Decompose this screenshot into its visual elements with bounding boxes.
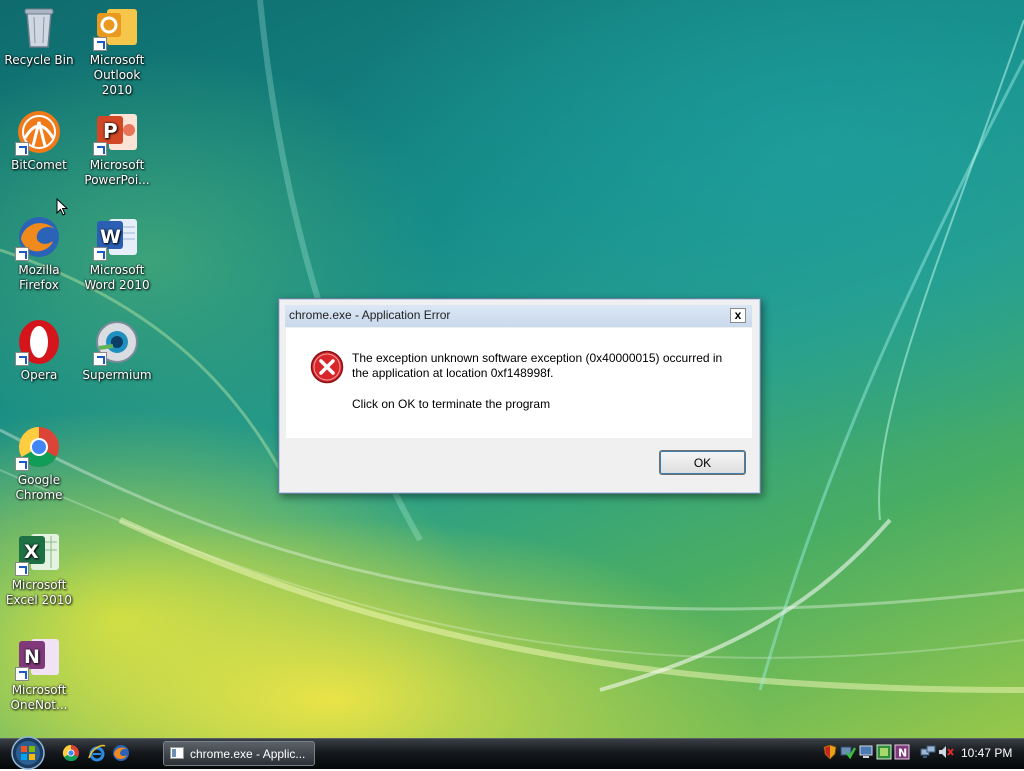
svg-text:N: N xyxy=(898,747,907,760)
svg-text:N: N xyxy=(24,646,40,668)
error-message: The exception unknown software exception… xyxy=(352,351,723,380)
opera-icon xyxy=(15,318,63,366)
error-instruction: Click on OK to terminate the program xyxy=(352,397,551,411)
volume-muted-icon[interactable] xyxy=(938,744,954,760)
desktop-icon-word[interactable]: W Microsoft Word 2010 xyxy=(78,213,156,293)
desktop-icon-supermium[interactable]: Supermium xyxy=(78,318,156,383)
desktop-icon-label: Microsoft OneNot... xyxy=(10,683,68,712)
desktop-icon-opera[interactable]: Opera xyxy=(0,318,78,383)
onenote-icon[interactable]: N xyxy=(894,744,910,760)
desktop-icon-label: BitComet xyxy=(11,158,67,172)
shortcut-arrow-icon xyxy=(15,142,29,156)
green-app-icon[interactable] xyxy=(876,744,892,760)
desktop-icon-onenote[interactable]: N Microsoft OneNot... xyxy=(0,633,78,713)
start-orb-icon[interactable] xyxy=(8,735,48,771)
desktop-icon-label: Microsoft Outlook 2010 xyxy=(89,53,145,97)
desktop-icon-label: Supermium xyxy=(82,368,152,382)
supermium-icon xyxy=(93,318,141,366)
desktop-icon-label: Microsoft Excel 2010 xyxy=(5,578,73,607)
desktop-icon-firefox[interactable]: Mozilla Firefox xyxy=(0,213,78,293)
recycle-bin-icon xyxy=(15,3,63,51)
desktop-icon-label: Mozilla Firefox xyxy=(18,263,60,292)
desktop-icon-label: Recycle Bin xyxy=(4,53,74,67)
powerpoint-icon: P xyxy=(93,108,141,156)
security-shield-icon[interactable] xyxy=(822,744,838,760)
shortcut-arrow-icon xyxy=(93,37,107,51)
system-tray: N 10:47 PM xyxy=(816,742,1024,766)
firefox-icon xyxy=(15,213,63,261)
close-icon: x xyxy=(734,308,742,322)
dialog-titlebar[interactable]: chrome.exe - Application Error x xyxy=(285,305,752,327)
desktop-icon-label: Google Chrome xyxy=(15,473,63,502)
svg-text:W: W xyxy=(100,226,121,248)
taskbar-button-label: chrome.exe - Applic... xyxy=(190,747,306,761)
firefox-icon[interactable] xyxy=(112,744,130,762)
desktop-icon-label: Microsoft PowerPoi... xyxy=(84,158,150,187)
taskbar: » chrome.exe - Applic... N 10:47 PM xyxy=(0,735,1024,771)
outlook-icon xyxy=(93,3,141,51)
svg-text:X: X xyxy=(24,541,39,563)
bitcomet-icon xyxy=(15,108,63,156)
desktop-icon-recycle-bin[interactable]: Recycle Bin xyxy=(0,3,78,68)
internet-explorer-icon[interactable] xyxy=(88,744,106,762)
monitor-icon[interactable] xyxy=(858,744,874,760)
clock[interactable]: 10:47 PM xyxy=(961,746,1012,760)
shortcut-arrow-icon xyxy=(15,562,29,576)
shortcut-arrow-icon xyxy=(93,142,107,156)
desktop-icon-chrome[interactable]: Google Chrome xyxy=(0,423,78,503)
desktop[interactable]: Recycle Bin Microsoft Outlook 2010 BitCo… xyxy=(0,0,1024,738)
svg-text:P: P xyxy=(103,119,118,143)
onenote-icon: N xyxy=(15,633,63,681)
shortcut-arrow-icon xyxy=(93,247,107,261)
desktop-icon-bitcomet[interactable]: BitComet xyxy=(0,108,78,173)
network-icon[interactable] xyxy=(920,744,936,760)
dialog-title: chrome.exe - Application Error xyxy=(289,308,451,322)
close-button[interactable]: x xyxy=(730,308,746,323)
error-icon xyxy=(310,350,344,384)
desktop-icon-label: Opera xyxy=(20,368,58,382)
excel-icon: X xyxy=(15,528,63,576)
desktop-icon-outlook[interactable]: Microsoft Outlook 2010 xyxy=(78,3,156,98)
network-check-icon[interactable] xyxy=(840,744,856,760)
word-icon: W xyxy=(93,213,141,261)
mouse-cursor-icon xyxy=(56,198,68,216)
application-error-dialog: chrome.exe - Application Error x The exc… xyxy=(278,298,761,494)
desktop-icon-label: Microsoft Word 2010 xyxy=(84,263,150,292)
desktop-icon-powerpoint[interactable]: P Microsoft PowerPoi... xyxy=(78,108,156,188)
dialog-content: The exception unknown software exception… xyxy=(286,328,752,438)
chrome-icon[interactable] xyxy=(62,744,80,762)
window-icon xyxy=(170,747,184,759)
shortcut-arrow-icon xyxy=(15,457,29,471)
shortcut-arrow-icon xyxy=(93,352,107,366)
shortcut-arrow-icon xyxy=(15,667,29,681)
shortcut-arrow-icon xyxy=(15,247,29,261)
taskbar-button-chrome-error[interactable]: chrome.exe - Applic... xyxy=(163,741,315,766)
ok-button[interactable]: OK xyxy=(659,450,746,475)
shortcut-arrow-icon xyxy=(15,352,29,366)
chrome-icon xyxy=(15,423,63,471)
desktop-icon-excel[interactable]: X Microsoft Excel 2010 xyxy=(0,528,78,608)
